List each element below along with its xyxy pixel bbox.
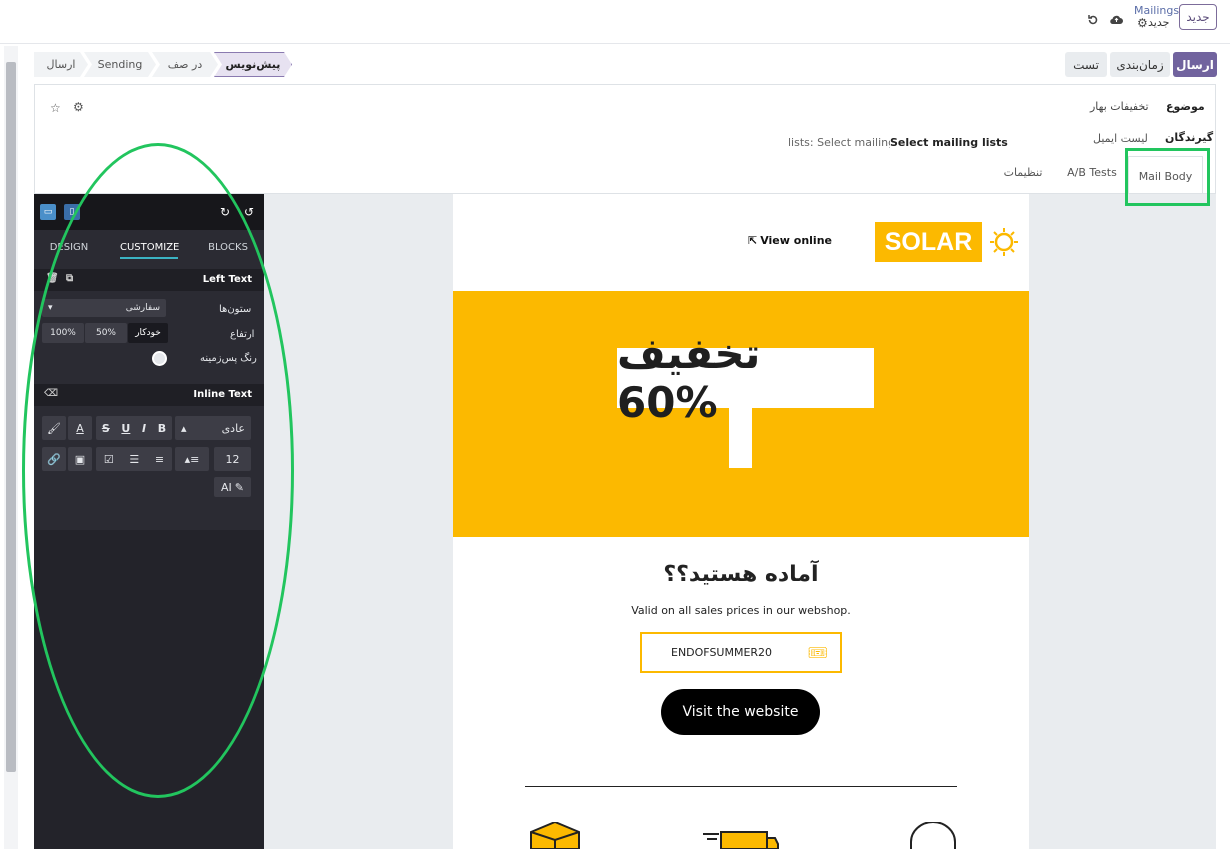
test-button[interactable]: تست: [1065, 52, 1107, 77]
cloud-save-icon[interactable]: [1110, 14, 1123, 28]
top-bar: جدید Mailings جدید ⚙: [0, 0, 1230, 44]
annotation-ellipse: [22, 143, 294, 798]
view-online-label: View online: [760, 234, 832, 247]
tab-ab-tests[interactable]: A/B Tests: [1062, 150, 1122, 194]
scrollbar[interactable]: [4, 46, 18, 849]
discount-banner: تخفیف 60%: [453, 291, 1029, 537]
brand-logo: SOLAR: [875, 222, 982, 262]
coupon-box: ENDOFSUMMER20 🎟: [640, 632, 842, 673]
send-button[interactable]: ارسال: [1173, 52, 1217, 77]
mailing-lists-label: Select mailing lists: [890, 136, 1008, 149]
recipients-field[interactable]: لیست ایمیل: [1093, 132, 1148, 145]
ticket-icon: 🎟: [807, 643, 828, 662]
desktop-view-icon[interactable]: ▭: [40, 204, 56, 220]
scrollbar-thumb[interactable]: [6, 62, 16, 772]
sun-icon: [989, 227, 1019, 260]
schedule-button[interactable]: زمان‌بندی: [1110, 52, 1170, 77]
gear-icon[interactable]: ⚙: [1137, 16, 1148, 30]
stage-sent[interactable]: ارسال: [34, 52, 88, 77]
external-link-icon: ⇱: [748, 234, 758, 247]
annotation-box: [1125, 148, 1210, 206]
stage-draft[interactable]: پیش‌نویس: [214, 52, 292, 77]
recipients-label: گیرندگان: [1165, 131, 1214, 144]
translate-icon[interactable]: ⚙: [73, 100, 84, 114]
box-icon: [529, 820, 581, 852]
email-preview: ⇱ View online SOLAR تخفیف 60% آماده هستی…: [453, 194, 1029, 852]
new-button[interactable]: جدید: [1179, 4, 1217, 30]
star-icon[interactable]: ☆: [50, 101, 61, 115]
coupon-code: ENDOFSUMMER20: [671, 646, 773, 659]
stage-sending[interactable]: Sending: [84, 52, 156, 77]
discount-text: تخفیف 60%: [617, 329, 761, 427]
tab-settings[interactable]: تنظیمات: [995, 150, 1051, 194]
headset-icon: [905, 821, 961, 852]
visit-website-button[interactable]: Visit the website: [661, 689, 820, 735]
discard-icon[interactable]: [1087, 14, 1099, 29]
subject-label: موضوع: [1166, 100, 1205, 113]
email-divider: [525, 786, 957, 787]
stage-queue[interactable]: در صف: [152, 52, 218, 77]
subject-field[interactable]: تخفیفات بهار: [1090, 100, 1149, 113]
email-heading: آماده هستید؟؟: [663, 562, 819, 587]
undo-icon[interactable]: ↺: [244, 205, 254, 219]
view-online-link[interactable]: ⇱ View online: [748, 234, 832, 247]
breadcrumb-record: جدید: [1148, 16, 1170, 29]
email-subtext: Valid on all sales prices in our webshop…: [631, 604, 851, 617]
